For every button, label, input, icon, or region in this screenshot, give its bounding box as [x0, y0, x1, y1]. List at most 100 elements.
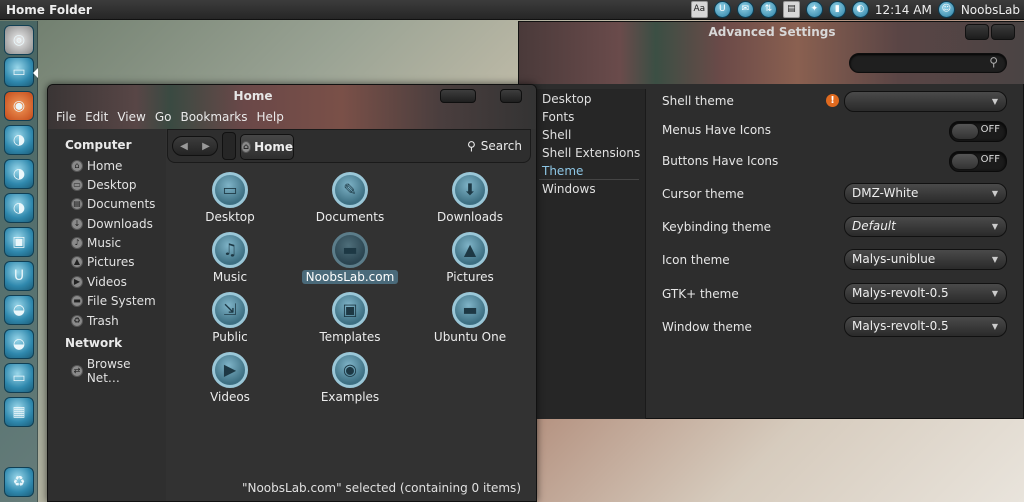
app-launcher-icon-2[interactable]: ◑ [4, 159, 34, 189]
sidebar-item-shell-extensions[interactable]: Shell Extensions [542, 146, 640, 160]
file-item-downloads[interactable]: ⬇ Downloads [420, 172, 520, 224]
advanced-settings-titlebar[interactable]: Advanced Settings ⚲ [519, 22, 1024, 84]
sidebar-item-fonts[interactable]: Fonts [542, 110, 574, 124]
downloads-icon: ↓ [71, 218, 83, 230]
sidebar-item-trash[interactable]: ♻ Trash [71, 314, 119, 328]
templates-folder-icon: ▣ [332, 292, 368, 328]
file-item-ubuntu-one[interactable]: ▬ Ubuntu One [420, 292, 520, 344]
gtk-theme-value: Malys-revolt-0.5 [852, 286, 949, 300]
home-icon: ⌂ [241, 141, 252, 153]
volume-icon[interactable]: ◐ [851, 1, 869, 18]
network-icon[interactable]: ⇅ [759, 1, 777, 18]
clock[interactable]: 12:14 AM [875, 3, 932, 17]
firefox-launcher-icon[interactable]: ◉ [4, 91, 34, 121]
icon-theme-value: Malys-uniblue [852, 252, 936, 266]
cursor-theme-value: DMZ-White [852, 186, 919, 200]
sidebar-item-label: Pictures [87, 255, 135, 269]
app-launcher-icon-1[interactable]: ◑ [4, 125, 34, 155]
sidebar-item-label: Music [87, 236, 122, 250]
keyboard-indicator-icon[interactable]: Aa [690, 1, 708, 18]
trash-launcher-icon[interactable]: ♻ [4, 467, 34, 497]
menus-have-icons-label: Menus Have Icons [662, 123, 772, 137]
network-heading: Network [65, 336, 123, 350]
videos-folder-icon: ▶ [212, 352, 248, 388]
path-home-button[interactable]: ⌂ Home [240, 134, 294, 160]
buttons-have-icons-switch[interactable]: OFF [949, 151, 1007, 172]
file-item-noobslab[interactable]: ▬ NoobsLab.com [300, 232, 400, 284]
ubuntu-one-icon[interactable]: U [713, 1, 731, 18]
messaging-icon[interactable]: ✦ [805, 1, 823, 18]
icon-theme-combo[interactable]: Malys-uniblue ▼ [844, 249, 1007, 270]
file-manager-titlebar[interactable]: Home File Edit View Go Bookmarks Help [48, 85, 536, 129]
sidebar-item-music[interactable]: ♪ Music [71, 236, 121, 250]
forward-icon[interactable]: ▶ [202, 141, 210, 152]
desktop-icon: ▭ [71, 179, 83, 191]
battery-icon[interactable]: ▮ [828, 1, 846, 18]
shell-theme-combo[interactable]: ▼ [844, 91, 1007, 112]
file-item-pictures[interactable]: ▲ Pictures [420, 232, 520, 284]
search-icon: ⚲ [466, 139, 476, 153]
search-button[interactable]: ⚲ Search [467, 139, 522, 153]
gtk-theme-combo[interactable]: Malys-revolt-0.5 ▼ [844, 283, 1007, 304]
sidebar-item-pictures[interactable]: ▲ Pictures [71, 255, 135, 269]
app-launcher-icon-8[interactable]: ▭ [4, 363, 34, 393]
file-label: Templates [319, 330, 381, 344]
cursor-theme-combo[interactable]: DMZ-White ▼ [844, 183, 1007, 204]
document-icon[interactable]: ▤ [782, 1, 800, 18]
file-item-public[interactable]: ⇲ Public [180, 292, 280, 344]
sidebar-item-shell[interactable]: Shell [542, 128, 571, 142]
app-launcher-icon-4[interactable]: ▣ [4, 227, 34, 257]
menu-help[interactable]: Help [257, 110, 284, 124]
menu-go[interactable]: Go [155, 110, 172, 124]
keybinding-theme-combo[interactable]: Default ▼ [844, 216, 1007, 237]
menu-bookmarks[interactable]: Bookmarks [180, 110, 247, 124]
maximize-button[interactable] [500, 89, 522, 103]
path-scroll-button[interactable] [222, 132, 236, 160]
dropdown-arrow-icon: ▼ [991, 189, 998, 198]
dash-home-icon[interactable]: ◎ [4, 25, 34, 55]
workspace-switcher-icon[interactable]: ▦ [4, 397, 34, 427]
file-item-templates[interactable]: ▣ Templates [300, 292, 400, 344]
sidebar-item-browse-network[interactable]: ⇄ Browse Net… [71, 357, 166, 385]
window-theme-combo[interactable]: Malys-revolt-0.5 ▼ [844, 316, 1007, 337]
sidebar-item-theme[interactable]: Theme [542, 164, 583, 178]
sidebar-item-downloads[interactable]: ↓ Downloads [71, 217, 153, 231]
settings-search-input[interactable]: ⚲ [849, 53, 1007, 73]
switch-knob [951, 153, 979, 170]
documents-folder-icon: ✎ [332, 172, 368, 208]
sidebar-item-file-system[interactable]: ▬ File System [71, 294, 156, 308]
cursor-theme-label: Cursor theme [662, 187, 745, 201]
sidebar-item-documents[interactable]: ▤ Documents [71, 197, 155, 211]
switch-state: OFF [980, 124, 1000, 135]
minimize-button[interactable] [440, 89, 476, 103]
menu-view[interactable]: View [117, 110, 145, 124]
back-icon[interactable]: ◀ [180, 141, 188, 152]
menus-have-icons-switch[interactable]: OFF [949, 121, 1007, 142]
user-icon[interactable]: ☺ [937, 1, 955, 18]
menu-file[interactable]: File [56, 110, 76, 124]
file-item-examples[interactable]: ◉ Examples [300, 352, 400, 404]
user-menu[interactable]: NoobsLab [961, 3, 1020, 17]
mail-icon[interactable]: ✉ [736, 1, 754, 18]
trash-icon: ♻ [71, 315, 83, 327]
app-launcher-icon-6[interactable]: ◒ [4, 295, 34, 325]
sidebar-item-home[interactable]: ⌂ Home [71, 159, 122, 173]
file-item-documents[interactable]: ✎ Documents [300, 172, 400, 224]
sidebar-item-desktop[interactable]: ▭ Desktop [71, 178, 137, 192]
back-forward-buttons[interactable]: ◀ ▶ [172, 136, 218, 156]
sidebar-item-desktop[interactable]: Desktop [542, 92, 592, 106]
menu-edit[interactable]: Edit [85, 110, 108, 124]
file-item-videos[interactable]: ▶ Videos [180, 352, 280, 404]
file-item-desktop[interactable]: ▭ Desktop [180, 172, 280, 224]
sidebar-item-windows[interactable]: Windows [542, 182, 596, 196]
app-launcher-icon-7[interactable]: ◒ [4, 329, 34, 359]
maximize-button[interactable] [991, 24, 1015, 40]
sidebar-item-videos[interactable]: ▶ Videos [71, 275, 127, 289]
app-launcher-icon-5[interactable]: U [4, 261, 34, 291]
sidebar-divider [539, 179, 639, 180]
minimize-button[interactable] [965, 24, 989, 40]
file-item-music[interactable]: ♫ Music [180, 232, 280, 284]
examples-folder-icon: ◉ [332, 352, 368, 388]
files-launcher-icon[interactable]: ▭ [4, 57, 38, 87]
app-launcher-icon-3[interactable]: ◑ [4, 193, 34, 223]
